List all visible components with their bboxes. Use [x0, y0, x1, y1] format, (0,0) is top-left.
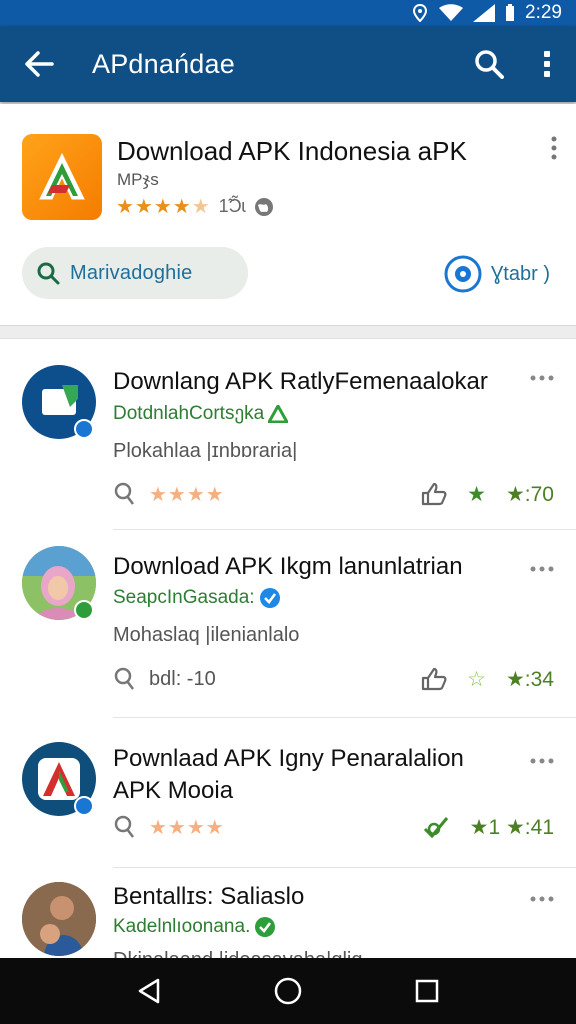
item-description: Dkinalaand |ideasavaha|ɑliɑ: [113, 949, 362, 958]
nav-recents-icon: [415, 979, 438, 1003]
status-label: Ɣtabr ): [490, 262, 550, 285]
search-pill-label: Marivadoɡhie: [70, 261, 193, 284]
item-developer: Kadelnlıoonana.: [113, 916, 276, 938]
list-item[interactable]: Pownlaad APK Igny Penaralalion APK Mooia…: [0, 718, 576, 866]
item-meta-text: bdl: -10: [149, 667, 216, 690]
verified-icon: [259, 588, 280, 608]
overflow-menu-icon: [530, 758, 554, 764]
item-overflow-button[interactable]: [530, 752, 554, 770]
avatar: [22, 882, 96, 956]
overflow-menu-icon: [530, 566, 554, 572]
list-item[interactable]: Bentallɪs: Saliaslo Kadelnlıoonana. Dkin…: [0, 868, 576, 958]
search-icon: [475, 50, 504, 79]
rating-stars: ★★★★: [149, 483, 225, 506]
item-score: ★1 ★:41: [469, 815, 554, 839]
overflow-menu-icon: [530, 896, 554, 902]
developer-name: DotdnlahCortsეka: [113, 403, 265, 424]
item-meta: ★★★★ ★1 ★:41: [113, 812, 554, 842]
developer-name: SeapcInGasada:: [113, 587, 255, 608]
verified-badge: [74, 796, 94, 816]
app-rating: ★★★★★ 1̃Ɔ̃ɩ: [116, 194, 274, 219]
nav-home-icon: [274, 977, 302, 1005]
pin-icon: [114, 482, 134, 505]
item-overflow-button[interactable]: [530, 369, 554, 387]
nav-back-icon: [139, 978, 160, 1004]
system-nav-bar: [0, 958, 576, 1024]
thumbs-up-icon: [422, 482, 447, 506]
app-bar: APdnańdae: [0, 26, 576, 102]
overflow-menu-icon: [530, 375, 554, 381]
back-button[interactable]: [0, 26, 78, 102]
person-photo: [22, 882, 96, 956]
star-outline-icon: ☆: [467, 667, 486, 691]
arrow-back-icon: [25, 51, 54, 77]
item-description: Mohaslaq |ilenianlalo: [113, 624, 300, 646]
app-list: Downlang APK RatlyFemenaalokar DotdnlahC…: [0, 338, 576, 958]
nav-recents-button[interactable]: [397, 961, 457, 1021]
item-description: Plokahlaa |ɪnbɒraria|: [113, 440, 298, 462]
item-meta: bdl: -10 ☆ ★:34: [113, 664, 554, 694]
target-icon: [444, 255, 482, 293]
overflow-menu-button[interactable]: [518, 26, 576, 102]
thumbs-up-icon: [422, 667, 447, 691]
item-title: Download APK Ikgm lanunlatrian: [113, 553, 463, 580]
item-meta: ★★★★ ★ ★:70: [113, 479, 554, 509]
item-overflow-button[interactable]: [530, 560, 554, 578]
overflow-menu-icon: [544, 51, 550, 77]
clock-time: 2:29: [525, 2, 562, 23]
app-header-card: Download APK Indonesia aPK MPჯs ★★★★★ 1̃…: [0, 104, 576, 326]
item-title: Bentallɪs: Saliaslo: [113, 883, 305, 910]
apk-logo-icon: [39, 152, 85, 200]
nav-home-button[interactable]: [258, 961, 318, 1021]
triangle-icon: [268, 404, 289, 423]
status-button[interactable]: Ɣtabr ): [443, 254, 550, 294]
list-item[interactable]: Downlang APK RatlyFemenaalokar DotdnlahC…: [0, 339, 576, 529]
wifi-icon: [439, 4, 464, 22]
overflow-menu-icon: [551, 136, 557, 160]
pin-icon: [114, 667, 134, 690]
rating-stars: ★★★★★: [116, 196, 211, 218]
header-overflow-button[interactable]: [550, 136, 558, 165]
verified-icon: [255, 917, 276, 937]
verified-badge: [74, 600, 94, 620]
pin-icon: [114, 815, 134, 838]
item-title: Downlang APK RatlyFemenaalokar: [113, 368, 488, 395]
globe-icon: [254, 197, 273, 216]
developer-name: Kadelnlıoonana.: [113, 916, 251, 937]
rating-count: 1̃Ɔ̃ɩ: [218, 196, 246, 216]
status-bar: 2:29: [0, 0, 576, 26]
app-logo: [22, 134, 102, 220]
item-title-line2: APK Mooia: [113, 777, 234, 804]
nav-back-button[interactable]: [119, 961, 179, 1021]
rating-stars: ★★★★: [149, 816, 225, 839]
item-developer: SeapcInGasada:: [113, 587, 281, 609]
app-bar-title: APdnańdae: [92, 48, 235, 79]
item-score: ★:70: [505, 482, 554, 506]
app-subtitle: MPჯs: [117, 170, 159, 189]
list-item[interactable]: Download APK Ikgm lanunlatrian SeapcInGa…: [0, 530, 576, 716]
app-title: Download APK Indonesia aPK: [117, 136, 467, 166]
search-icon: [37, 262, 60, 285]
search-button[interactable]: [460, 26, 518, 102]
item-score: ★:34: [505, 667, 554, 691]
battery-icon: [505, 4, 515, 22]
location-icon: [411, 4, 429, 22]
check-icon: [423, 817, 448, 839]
verified-badge: [74, 419, 94, 439]
item-developer: DotdnlahCortsეka: [113, 402, 289, 425]
star-icon: ★: [467, 482, 486, 506]
search-pill-button[interactable]: Marivadoɡhie: [22, 247, 248, 299]
signal-icon: [473, 4, 496, 22]
item-title: Pownlaad APK Igny Penaralalion: [113, 745, 464, 772]
item-overflow-button[interactable]: [530, 890, 554, 908]
